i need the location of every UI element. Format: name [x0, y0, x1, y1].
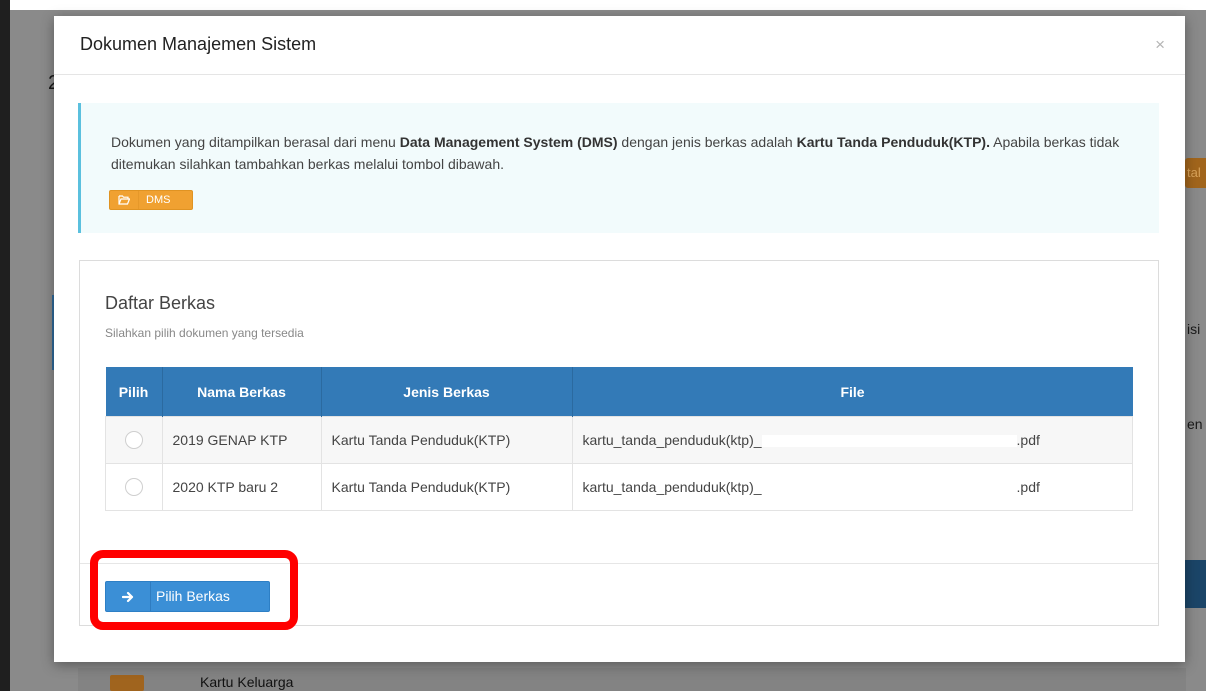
- panel-subtitle: Silahkan pilih dokumen yang tersedia: [105, 326, 304, 340]
- folder-open-icon: [110, 191, 139, 209]
- file-cell: kartu_tanda_penduduk(ktp)_ .pdf: [571, 463, 1133, 511]
- file-name-prefix: kartu_tanda_penduduk(ktp)_: [582, 479, 762, 495]
- select-radio[interactable]: [124, 431, 143, 450]
- info-callout: Dokumen yang ditampilkan berasal dari me…: [78, 103, 1159, 233]
- sidebar-edge: [0, 0, 10, 691]
- dms-modal: Dokumen Manajemen Sistem × Dokumen yang …: [54, 16, 1185, 662]
- col-header-nama: Nama Berkas: [161, 367, 321, 417]
- select-radio[interactable]: [124, 478, 143, 497]
- info-dms-name: Data Management System (DMS): [399, 134, 618, 150]
- modal-header: Dokumen Manajemen Sistem ×: [54, 16, 1185, 75]
- background-edit-button: [110, 675, 144, 691]
- jenis-cell: Kartu Tanda Penduduk(KTP): [320, 416, 573, 464]
- col-header-file: File: [571, 367, 1133, 417]
- background-blue-panel: [1185, 560, 1206, 608]
- info-file-type: Kartu Tanda Penduduk(KTP).: [796, 134, 990, 150]
- select-cell: [105, 463, 163, 511]
- dms-button[interactable]: DMS: [109, 190, 193, 210]
- info-text-part: Dokumen yang ditampilkan berasal dari me…: [111, 134, 400, 150]
- jenis-cell: Kartu Tanda Penduduk(KTP): [320, 463, 573, 511]
- nama-cell: 2020 KTP baru 2: [161, 463, 322, 511]
- close-icon[interactable]: ×: [1155, 35, 1165, 55]
- info-text-part: dengan jenis berkas adalah: [617, 134, 797, 150]
- file-extension: .pdf: [1016, 432, 1040, 448]
- background-text-right-1: isi: [1187, 321, 1201, 337]
- pilih-berkas-button[interactable]: Pilih Berkas: [105, 581, 270, 612]
- table-header-row: Pilih Nama Berkas Jenis Berkas File: [105, 367, 1133, 417]
- file-extension: .pdf: [1016, 479, 1040, 495]
- redacted-block: [761, 482, 1017, 495]
- background-text-right-2: en: [1187, 416, 1203, 432]
- background-row-label: Kartu Keluarga: [200, 674, 294, 690]
- select-cell: [105, 416, 163, 464]
- background-orange-button: tal: [1185, 158, 1206, 188]
- nama-cell: 2019 GENAP KTP: [161, 416, 322, 464]
- page-top-bar: [10, 0, 1206, 10]
- modal-title: Dokumen Manajemen Sistem: [80, 34, 317, 54]
- table-row[interactable]: 2020 KTP baru 2 Kartu Tanda Penduduk(KTP…: [105, 463, 1133, 511]
- file-name-prefix: kartu_tanda_penduduk(ktp)_: [582, 432, 762, 448]
- arrow-right-icon: [106, 582, 151, 611]
- info-text: Dokumen yang ditampilkan berasal dari me…: [111, 131, 1131, 175]
- dms-button-label: DMS: [146, 194, 171, 206]
- panel-footer: Pilih Berkas: [80, 563, 1158, 626]
- background-button-text: tal: [1187, 165, 1201, 180]
- redacted-block: [761, 435, 1017, 448]
- pilih-berkas-label: Pilih Berkas: [156, 588, 230, 604]
- col-header-pilih: Pilih: [105, 367, 162, 417]
- file-table: Pilih Nama Berkas Jenis Berkas File 2019…: [105, 367, 1133, 511]
- file-cell: kartu_tanda_penduduk(ktp)_ .pdf: [571, 416, 1133, 464]
- panel-title: Daftar Berkas: [105, 293, 216, 313]
- col-header-jenis: Jenis Berkas: [320, 367, 572, 417]
- file-list-panel: Daftar Berkas Silahkan pilih dokumen yan…: [79, 260, 1159, 626]
- table-row[interactable]: 2019 GENAP KTP Kartu Tanda Penduduk(KTP)…: [105, 416, 1133, 464]
